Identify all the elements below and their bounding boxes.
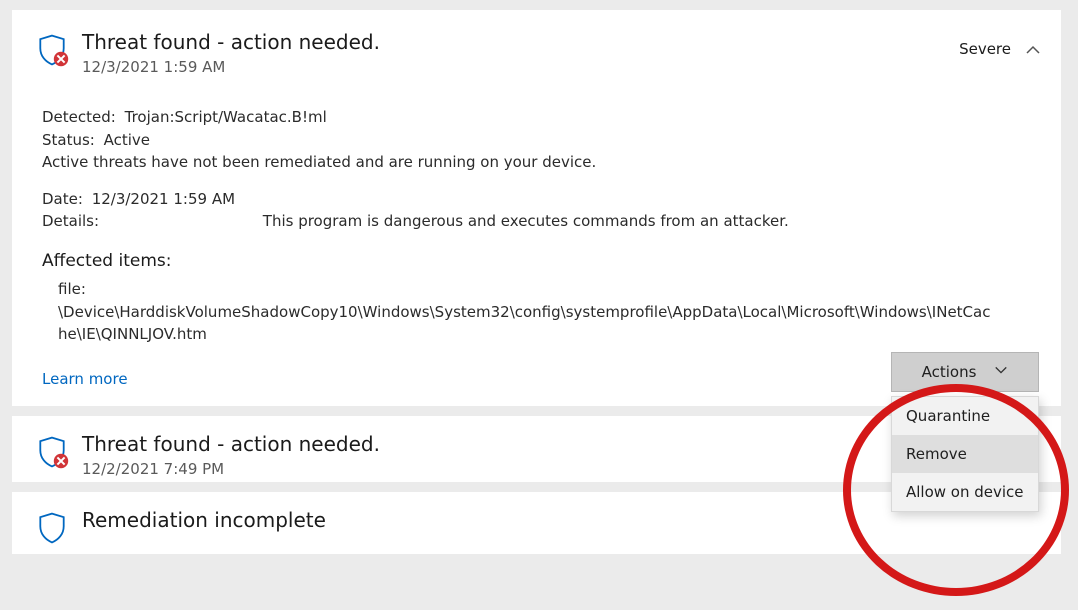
chevron-down-icon xyxy=(994,363,1008,381)
threat-panel-expanded: Threat found - action needed. 12/3/2021 … xyxy=(12,10,1061,406)
menu-allow[interactable]: Allow on device xyxy=(892,473,1038,511)
details-value: This program is dangerous and executes c… xyxy=(263,212,789,230)
threat-title: Threat found - action needed. xyxy=(82,30,959,54)
threat-details: Detected: Trojan:Script/Wacatac.B!ml Sta… xyxy=(12,84,1061,346)
actions-label: Actions xyxy=(922,363,977,381)
actions-button[interactable]: Actions xyxy=(891,352,1039,392)
status-value: Active xyxy=(104,131,150,149)
actions-menu: Quarantine Remove Allow on device xyxy=(891,396,1039,512)
affected-file: file: \Device\HarddiskVolumeShadowCopy10… xyxy=(42,278,1039,346)
chevron-up-icon[interactable] xyxy=(1025,42,1039,56)
detected-value: Trojan:Script/Wacatac.B!ml xyxy=(125,108,327,126)
details-key: Details: xyxy=(42,210,254,233)
threat-timestamp: 12/3/2021 1:59 AM xyxy=(82,58,959,76)
date-value: 12/3/2021 1:59 AM xyxy=(92,190,235,208)
shield-alert-icon xyxy=(34,32,72,72)
shield-alert-icon xyxy=(34,434,72,474)
shield-warning-icon xyxy=(34,510,72,550)
threat-header[interactable]: Threat found - action needed. 12/3/2021 … xyxy=(12,10,1061,84)
learn-more-link[interactable]: Learn more xyxy=(42,370,128,388)
severity-label: Severe xyxy=(959,40,1011,58)
status-note: Active threats have not been remediated … xyxy=(42,151,1039,174)
menu-quarantine[interactable]: Quarantine xyxy=(892,397,1038,435)
affected-heading: Affected items: xyxy=(42,249,1039,275)
detected-key: Detected: xyxy=(42,108,116,126)
status-key: Status: xyxy=(42,131,95,149)
menu-remove[interactable]: Remove xyxy=(892,435,1038,473)
date-key: Date: xyxy=(42,190,83,208)
